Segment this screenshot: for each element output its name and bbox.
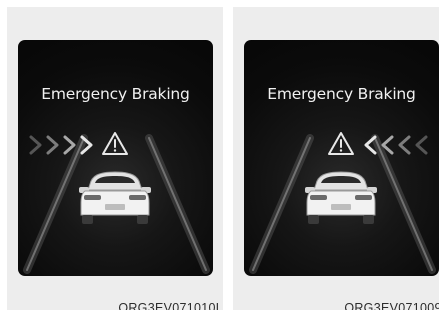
figure-caption: ORG3EV071009L xyxy=(344,301,439,310)
figure-caption: ORG3EV071010L xyxy=(118,301,223,310)
display-title: Emergency Braking xyxy=(41,85,190,103)
chevron-right-icon xyxy=(46,135,59,155)
warning-triangle-icon xyxy=(328,132,354,155)
illustration-panel-left: Emergency Braking ORG3EV071010L xyxy=(7,7,223,310)
cluster-display-right: Emergency Braking xyxy=(244,40,439,276)
warning-scene-right xyxy=(249,132,436,274)
cluster-display-left: Emergency Braking xyxy=(18,40,213,276)
display-title: Emergency Braking xyxy=(267,85,416,103)
illustration-panel-right: Emergency Braking ORG3EV071009L xyxy=(233,7,439,310)
car-rear-icon xyxy=(305,171,377,224)
warning-triangle-icon xyxy=(102,132,128,155)
chevron-right-icon xyxy=(63,135,76,155)
chevron-left-icon xyxy=(415,135,428,155)
car-rear-icon xyxy=(79,171,151,224)
chevron-left-icon xyxy=(398,135,411,155)
chevron-left-icon xyxy=(364,135,377,155)
chevron-right-icon xyxy=(29,135,42,155)
warning-scene-left xyxy=(23,132,210,274)
